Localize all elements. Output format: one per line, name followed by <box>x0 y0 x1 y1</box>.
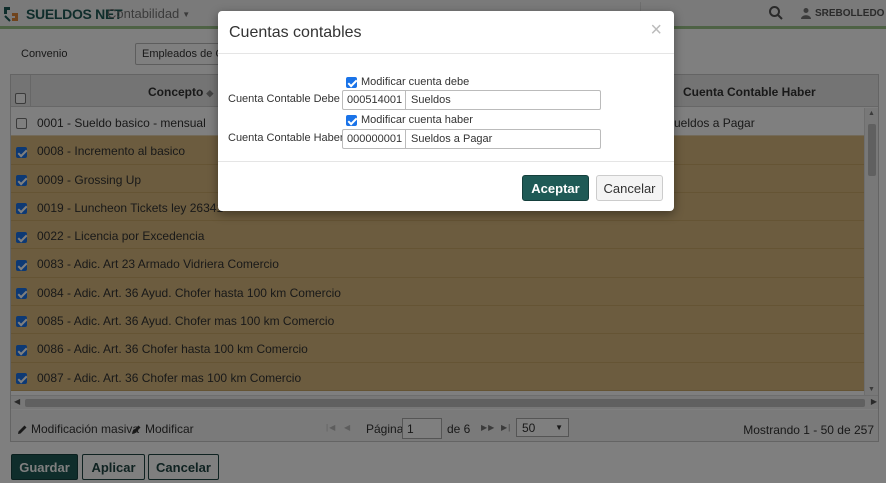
modify-haber-toggle[interactable]: Modificar cuenta haber <box>346 114 473 126</box>
debe-label: Cuenta Contable Debe <box>228 93 340 105</box>
close-icon[interactable]: × <box>650 20 662 40</box>
modal-cancel-button[interactable]: Cancelar <box>596 175 663 201</box>
debe-name-input[interactable]: Sueldos <box>405 90 601 110</box>
debe-code-input[interactable]: 000514001 <box>342 90 406 110</box>
haber-code-input[interactable]: 000000001 <box>342 129 406 149</box>
modify-debe-checkbox[interactable] <box>346 76 357 88</box>
modify-haber-label: Modificar cuenta haber <box>361 114 473 126</box>
haber-label: Cuenta Contable Haber <box>228 132 344 144</box>
modal-footer: Aceptar Cancelar <box>218 161 674 211</box>
modify-haber-checkbox[interactable] <box>346 114 357 126</box>
modal-header: Cuentas contables × <box>218 11 674 54</box>
modify-debe-toggle[interactable]: Modificar cuenta debe <box>346 76 469 88</box>
accounts-modal: Cuentas contables × Modificar cuenta deb… <box>218 11 674 211</box>
accept-button[interactable]: Aceptar <box>522 175 589 201</box>
modal-title: Cuentas contables <box>229 24 362 41</box>
haber-name-input[interactable]: Sueldos a Pagar <box>405 129 601 149</box>
modify-debe-label: Modificar cuenta debe <box>361 76 470 88</box>
